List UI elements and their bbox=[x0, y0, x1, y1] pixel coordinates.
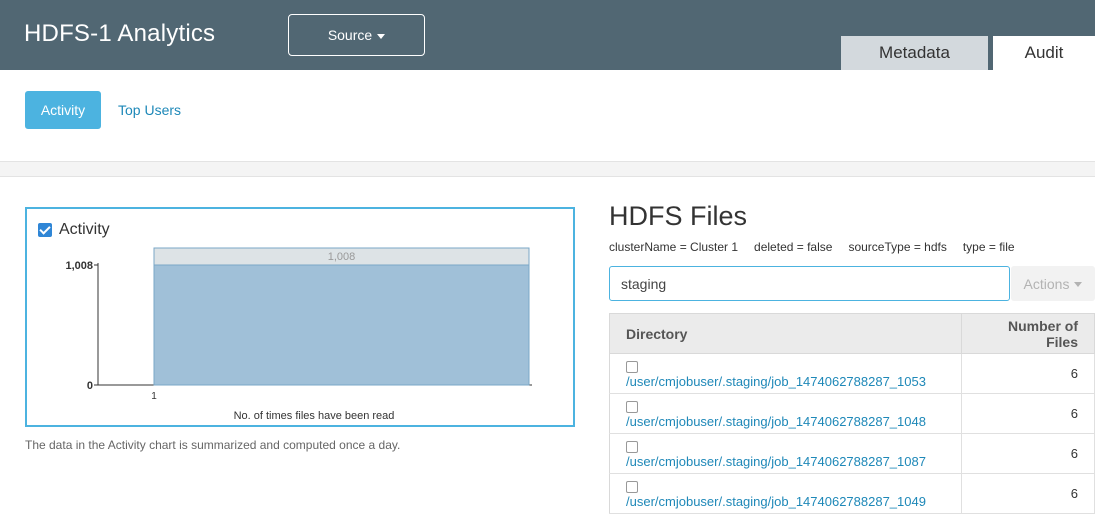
x-axis-label: No. of times files have been read bbox=[234, 410, 395, 422]
chevron-down-icon bbox=[377, 33, 386, 39]
directory-cell: /user/cmjobuser/.staging/job_14740627882… bbox=[608, 353, 963, 394]
hdfs-files-title: HDFS Files bbox=[609, 201, 748, 231]
file-count-cell: 6 bbox=[961, 353, 1095, 394]
tab-audit[interactable]: Audit bbox=[993, 36, 1095, 70]
search-input[interactable] bbox=[609, 266, 1010, 301]
main-content: Activity 0 1,008 1,008 1 No. of times files … bbox=[0, 176, 1095, 514]
sub-nav: Activity Top Users bbox=[0, 70, 1095, 162]
table-row: /user/cmjobuser/.staging/job_14740627882… bbox=[608, 473, 1095, 514]
x-tick-label: 1 bbox=[151, 391, 157, 402]
filter-deleted[interactable]: deleted = false bbox=[754, 240, 832, 254]
bar-data-label: 1,008 bbox=[328, 251, 356, 263]
column-header-number-of-files[interactable]: Number of Files bbox=[961, 313, 1095, 354]
actions-label: Actions bbox=[1023, 275, 1070, 292]
directory-cell: /user/cmjobuser/.staging/job_14740627882… bbox=[608, 473, 963, 514]
activity-chart-panel: Activity 0 1,008 1,008 1 No. of times files … bbox=[25, 207, 575, 427]
actions-button[interactable]: Actions bbox=[1011, 266, 1095, 301]
chart-note: The data in the Activity chart is summar… bbox=[25, 438, 401, 452]
directory-cell: /user/cmjobuser/.staging/job_14740627882… bbox=[608, 393, 963, 434]
table-row: /user/cmjobuser/.staging/job_14740627882… bbox=[608, 353, 1095, 394]
top-bar: HDFS-1 Analytics Source Metadata Audit bbox=[0, 0, 1095, 70]
chevron-down-icon bbox=[1074, 282, 1083, 287]
table-row: /user/cmjobuser/.staging/job_14740627882… bbox=[608, 393, 1095, 434]
activity-chart-title: Activity bbox=[59, 221, 110, 238]
files-table: Directory Number of Files /user/cmjobuse… bbox=[608, 313, 1095, 514]
file-path-link[interactable]: /user/cmjobuser/.staging/job_14740627882… bbox=[626, 454, 926, 469]
filter-source-type[interactable]: sourceType = hdfs bbox=[848, 240, 946, 254]
bar bbox=[153, 264, 530, 386]
row-checkbox[interactable] bbox=[626, 360, 638, 373]
y-tick-label: 1,008 bbox=[65, 260, 93, 272]
tab-metadata[interactable]: Metadata bbox=[841, 36, 988, 70]
source-label: Source bbox=[327, 27, 373, 43]
filter-cluster-name[interactable]: clusterName = Cluster 1 bbox=[609, 240, 738, 254]
file-path-link[interactable]: /user/cmjobuser/.staging/job_14740627882… bbox=[626, 374, 926, 389]
table-header-row: Directory Number of Files bbox=[608, 313, 1095, 354]
file-path-link[interactable]: /user/cmjobuser/.staging/job_14740627882… bbox=[626, 494, 926, 509]
source-dropdown-button[interactable]: Source bbox=[288, 14, 425, 56]
directory-cell: /user/cmjobuser/.staging/job_14740627882… bbox=[608, 433, 963, 474]
file-count-cell: 6 bbox=[961, 433, 1095, 474]
file-count-cell: 6 bbox=[961, 393, 1095, 434]
row-checkbox[interactable] bbox=[626, 480, 638, 493]
file-path-link[interactable]: /user/cmjobuser/.staging/job_14740627882… bbox=[626, 414, 926, 429]
row-checkbox[interactable] bbox=[626, 440, 638, 453]
file-count-cell: 6 bbox=[961, 473, 1095, 514]
app-title: HDFS-1 Analytics bbox=[24, 20, 216, 47]
column-header-directory[interactable]: Directory bbox=[608, 313, 963, 354]
table-row: /user/cmjobuser/.staging/job_14740627882… bbox=[608, 433, 1095, 474]
activity-chart: 0 1,008 1,008 1 No. of times files have been… bbox=[65, 247, 532, 422]
top-users-link[interactable]: Top Users bbox=[118, 102, 181, 118]
filter-list: clusterName = Cluster 1 deleted = false … bbox=[609, 240, 1015, 254]
activity-checkbox[interactable] bbox=[38, 223, 52, 237]
row-checkbox[interactable] bbox=[626, 400, 638, 413]
y-tick-label: 0 bbox=[87, 380, 93, 392]
activity-tab-button[interactable]: Activity bbox=[25, 91, 101, 129]
filter-type[interactable]: type = file bbox=[963, 240, 1015, 254]
